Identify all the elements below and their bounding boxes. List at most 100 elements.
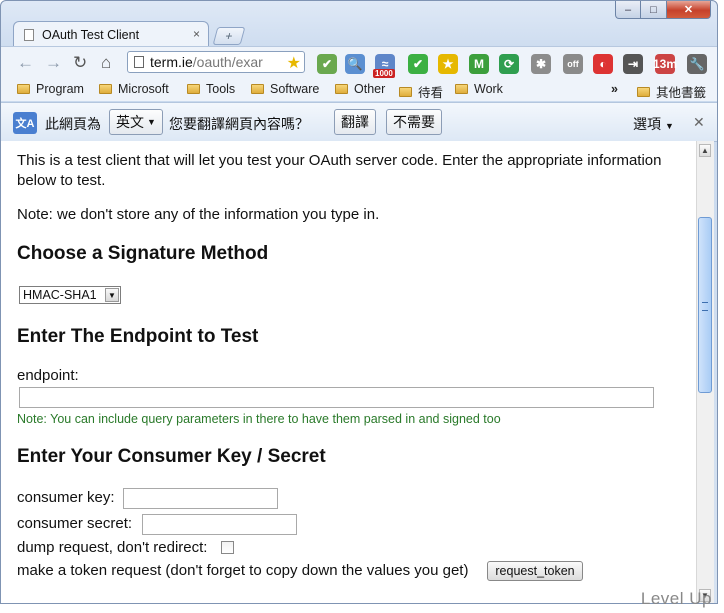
plus-icon: + bbox=[223, 29, 235, 43]
options-label: 選項 bbox=[633, 116, 661, 132]
scrollbar-thumb[interactable] bbox=[698, 217, 712, 393]
page-content: This is a test client that will let you … bbox=[1, 141, 696, 603]
folder-icon bbox=[399, 86, 412, 97]
minimize-button[interactable]: – bbox=[615, 1, 641, 19]
bookmark-label: Software bbox=[270, 82, 320, 96]
m-icon[interactable]: M bbox=[469, 54, 489, 74]
url-path: /oauth/exar bbox=[192, 54, 263, 70]
dump-request-label: dump request, don't redirect: bbox=[17, 539, 208, 556]
token-request-label: make a token request (don't forget to co… bbox=[17, 562, 469, 579]
tab-title: OAuth Test Client bbox=[42, 27, 140, 42]
url-host: term.ie bbox=[150, 54, 193, 70]
folder-icon bbox=[455, 84, 468, 94]
page-icon bbox=[24, 28, 34, 41]
back-button[interactable]: ← bbox=[17, 53, 34, 73]
check-icon[interactable]: ✔ bbox=[317, 54, 337, 74]
translate-icon: 文A bbox=[13, 112, 37, 134]
dump-request-checkbox[interactable] bbox=[221, 541, 234, 554]
export-icon[interactable]: ⇥ bbox=[623, 54, 643, 74]
bookmark-folder-tools[interactable]: Tools bbox=[187, 82, 235, 96]
bookmark-folder-program[interactable]: Program bbox=[17, 82, 84, 96]
translate-question: 您要翻譯網頁內容嗎？ bbox=[169, 116, 309, 132]
signature-method-select[interactable]: HMAC-SHA1 ▼ bbox=[19, 286, 121, 304]
endpoint-note: Note: You can include query parameters i… bbox=[17, 412, 501, 426]
language-label: 英文 bbox=[116, 114, 145, 130]
grip-icon bbox=[702, 302, 708, 311]
search-icon[interactable]: 🔍 bbox=[345, 54, 365, 74]
maximize-button[interactable]: □ bbox=[641, 1, 667, 19]
bookmarks-overflow-chevron[interactable]: » bbox=[611, 82, 618, 96]
close-infobar-icon[interactable]: ✕ bbox=[693, 114, 705, 131]
swirl-icon[interactable]: ◐ bbox=[593, 54, 613, 74]
bookmark-folder-watch-later[interactable]: 待看 bbox=[399, 82, 443, 101]
bookmark-label: 其他書籤 bbox=[656, 86, 707, 100]
bookmark-label: 待看 bbox=[418, 86, 444, 100]
bookmark-label: Microsoft bbox=[118, 82, 169, 96]
bookmark-star-icon[interactable]: ★ bbox=[287, 53, 301, 72]
scroll-up-arrow-icon[interactable]: ▲ bbox=[699, 144, 711, 157]
new-tab-button[interactable]: + bbox=[212, 27, 246, 45]
bug-icon[interactable]: ✱ bbox=[531, 54, 551, 74]
reload-button[interactable]: ↻ bbox=[73, 53, 87, 73]
calendar-icon[interactable]: 13m bbox=[653, 54, 677, 74]
signature-method-value: HMAC-SHA1 bbox=[23, 288, 97, 302]
tab-close-icon[interactable]: × bbox=[193, 27, 200, 41]
bookmark-label: Other bbox=[354, 82, 386, 96]
tab-oauth-test-client[interactable]: OAuth Test Client × bbox=[13, 21, 209, 47]
folder-icon bbox=[99, 84, 112, 94]
bookmark-label: Work bbox=[474, 82, 503, 96]
decline-translate-button[interactable]: 不需要 bbox=[386, 109, 442, 135]
bookmark-folder-other-bookmarks[interactable]: 其他書籤 bbox=[637, 82, 706, 101]
translate-label: 此網頁為 bbox=[45, 116, 101, 132]
signature-heading: Choose a Signature Method bbox=[17, 243, 269, 264]
folder-icon bbox=[637, 86, 650, 97]
consumer-key-label: consumer key: bbox=[17, 489, 115, 506]
translate-infobar: 文A 此網頁為 英文 ▼ 您要翻譯網頁內容嗎？ 翻譯 不需要 選項 ▼ ✕ bbox=[1, 102, 717, 142]
consumer-key-input[interactable] bbox=[123, 488, 278, 509]
ok-icon[interactable]: ✔ bbox=[408, 54, 428, 74]
endpoint-label: endpoint: bbox=[17, 367, 79, 384]
chevron-down-icon: ▼ bbox=[665, 121, 674, 131]
endpoint-input[interactable] bbox=[19, 387, 654, 408]
star-icon[interactable]: ★ bbox=[438, 54, 458, 74]
count-badge: 1000 bbox=[373, 69, 395, 78]
bookmark-label: Program bbox=[36, 82, 84, 96]
sync-icon[interactable]: ⟳ bbox=[499, 54, 519, 74]
bookmarks-bar: Program Microsoft Tools Software Other 待… bbox=[1, 79, 717, 101]
document-icon bbox=[134, 56, 144, 68]
request-token-button[interactable]: request_token bbox=[487, 561, 583, 581]
translate-button[interactable]: 翻譯 bbox=[334, 109, 376, 135]
intro-text: This is a test client that will let you … bbox=[17, 152, 662, 189]
folder-icon bbox=[251, 84, 264, 94]
bookmark-folder-microsoft[interactable]: Microsoft bbox=[99, 82, 169, 96]
window-controls: – □ ✕ bbox=[615, 1, 711, 19]
watermark: Level Up bbox=[640, 589, 712, 608]
rss-icon[interactable]: ≈1000 bbox=[373, 54, 395, 78]
wrench-icon[interactable]: 🔧 bbox=[687, 54, 707, 74]
translate-options-menu[interactable]: 選項 ▼ bbox=[633, 114, 674, 134]
folder-icon bbox=[335, 84, 348, 94]
address-bar[interactable]: term.ie/oauth/exar ★ bbox=[127, 51, 305, 73]
folder-icon bbox=[17, 84, 30, 94]
toolbar: ← → ↻ ⌂ term.ie/oauth/exar ★ ✔ 🔍 ≈1000 ✔ ★ M ⟳… bbox=[1, 46, 717, 79]
tab-strip: OAuth Test Client × + bbox=[9, 21, 717, 47]
language-dropdown[interactable]: 英文 ▼ bbox=[109, 109, 163, 135]
consumer-heading: Enter Your Consumer Key / Secret bbox=[17, 446, 326, 467]
off-icon[interactable]: off bbox=[563, 54, 583, 74]
forward-button[interactable]: → bbox=[45, 53, 62, 73]
consumer-secret-input[interactable] bbox=[142, 514, 297, 535]
vertical-scrollbar[interactable]: ▲ ▼ bbox=[696, 141, 714, 603]
browser-window: – □ ✕ OAuth Test Client × + ← → ↻ ⌂ term… bbox=[0, 0, 718, 604]
bookmark-folder-work[interactable]: Work bbox=[455, 82, 503, 96]
endpoint-heading: Enter The Endpoint to Test bbox=[17, 326, 259, 347]
home-button[interactable]: ⌂ bbox=[101, 53, 111, 73]
chevron-down-icon: ▼ bbox=[147, 117, 156, 127]
folder-icon bbox=[187, 84, 200, 94]
consumer-secret-label: consumer secret: bbox=[17, 515, 133, 532]
chevron-down-icon: ▼ bbox=[105, 288, 119, 302]
bookmark-folder-software[interactable]: Software bbox=[251, 82, 319, 96]
privacy-note: Note: we don't store any of the informat… bbox=[17, 206, 380, 223]
bookmark-label: Tools bbox=[206, 82, 236, 96]
bookmark-folder-other[interactable]: Other bbox=[335, 82, 385, 96]
close-window-button[interactable]: ✕ bbox=[667, 1, 711, 19]
